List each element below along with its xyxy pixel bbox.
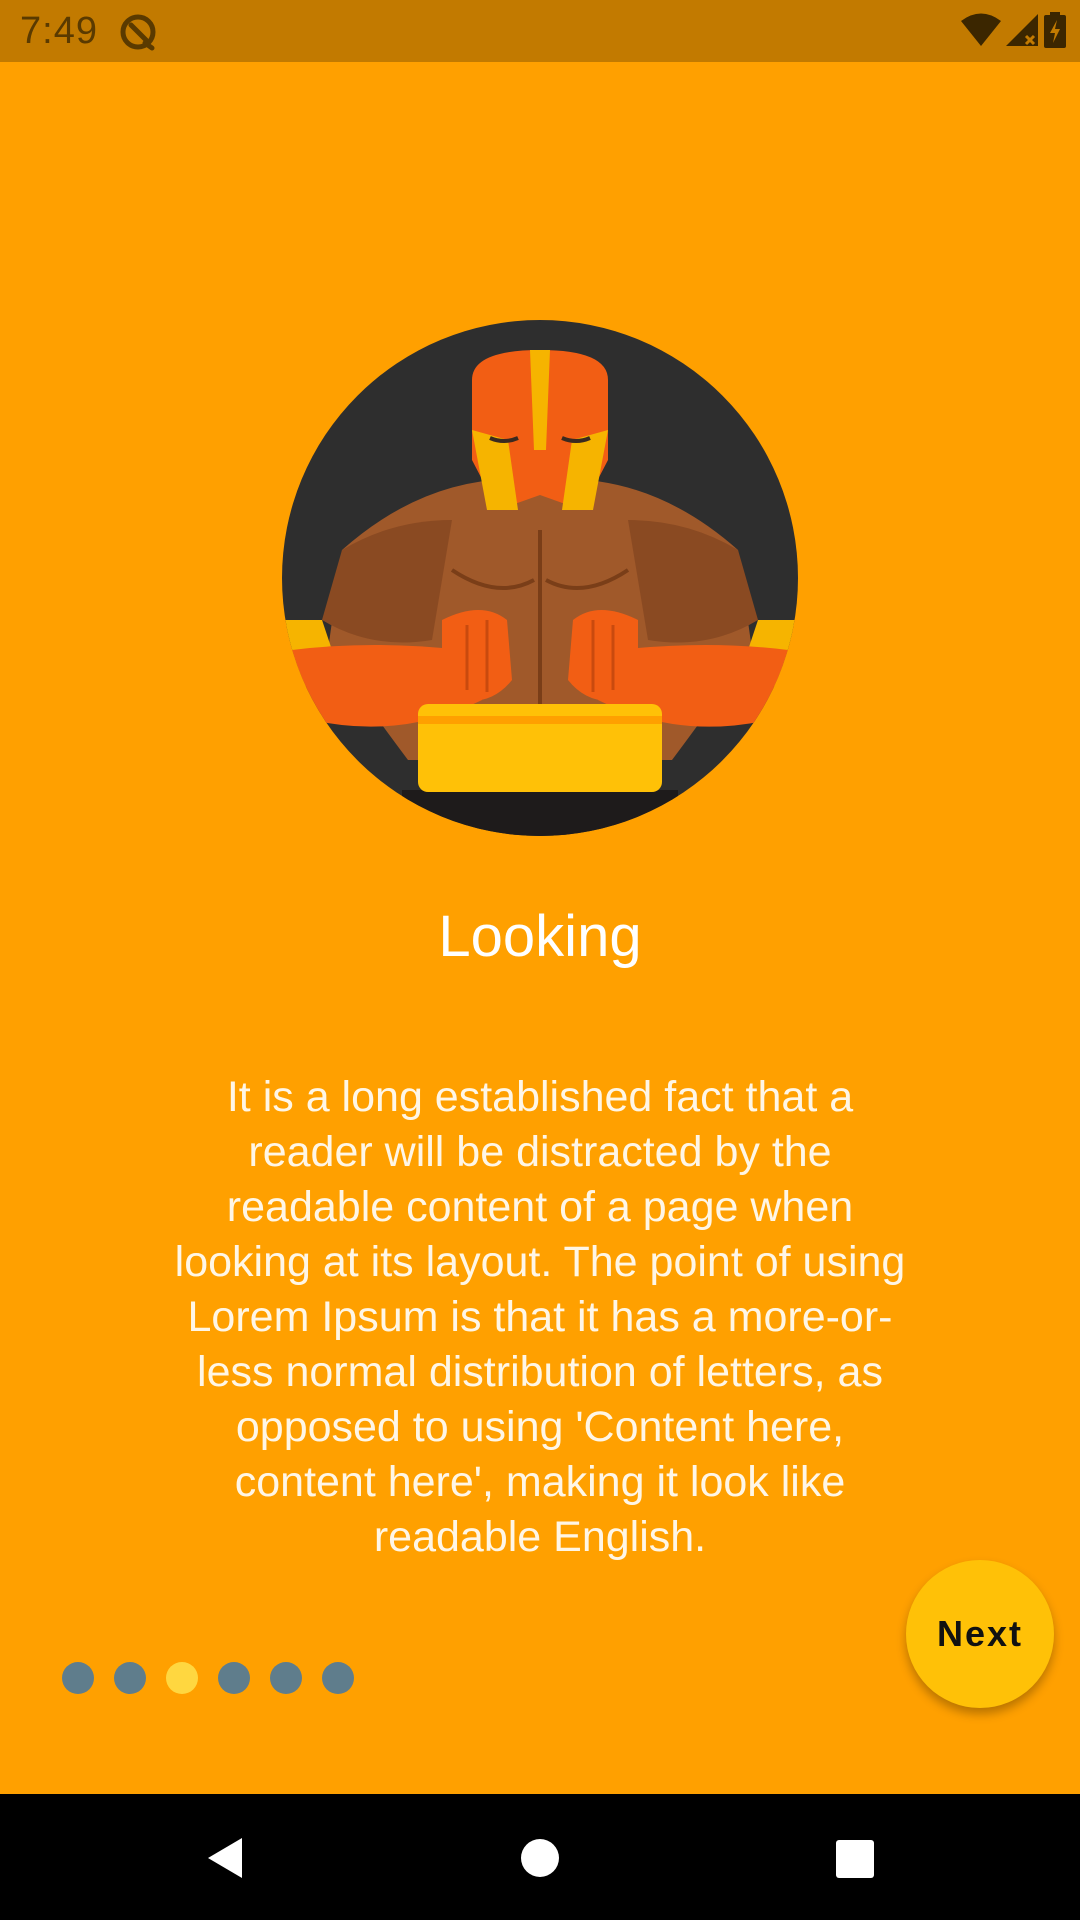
next-button[interactable]: Next	[906, 1560, 1054, 1708]
page-dot	[114, 1662, 146, 1694]
page-dot	[270, 1662, 302, 1694]
page-dot	[62, 1662, 94, 1694]
masked-wrestler-illustration	[282, 320, 798, 836]
status-bar: 7:49	[0, 0, 1080, 62]
onboarding-title: Looking	[438, 904, 642, 969]
onboarding-page[interactable]: Looking It is a long established fact th…	[0, 62, 1080, 1794]
app-notification-icon	[118, 12, 158, 52]
status-time: 7:49	[20, 10, 98, 52]
back-icon[interactable]	[202, 1834, 250, 1882]
page-dot	[322, 1662, 354, 1694]
navigation-bar	[0, 1794, 1080, 1920]
recents-icon[interactable]	[830, 1834, 878, 1882]
onboarding-description: It is a long established fact that a rea…	[174, 1073, 906, 1561]
home-icon[interactable]	[516, 1834, 564, 1882]
page-dot	[218, 1662, 250, 1694]
page-dot-active	[166, 1662, 198, 1694]
